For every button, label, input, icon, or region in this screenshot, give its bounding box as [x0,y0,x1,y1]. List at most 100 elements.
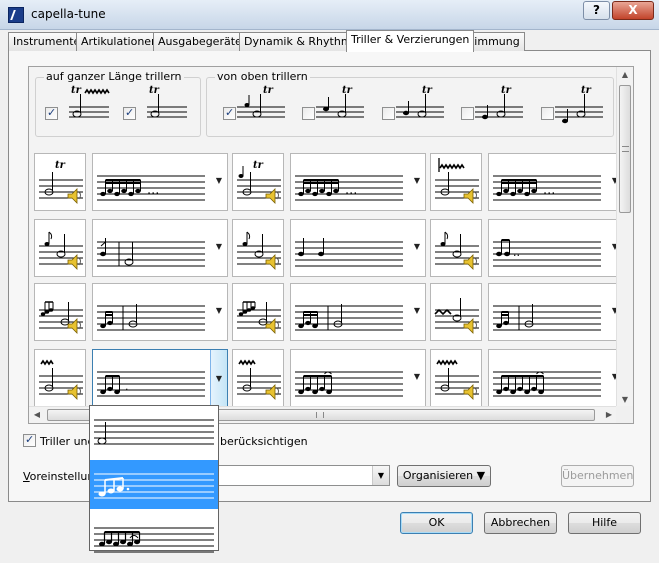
tab-instrumente[interactable]: Instrumente [8,32,86,51]
scroll-right-icon[interactable]: ▶ [601,410,617,419]
ornament-preview-button[interactable] [34,283,86,341]
chevron-down-icon[interactable]: ▼ [213,306,225,315]
from-above-check-2[interactable] [302,107,315,120]
chevron-down-icon[interactable]: ▼ [210,350,227,407]
presets-select[interactable]: ▼ [218,465,390,486]
ornament-realization-icon: . [97,371,205,397]
mini-staff-upper-icon: tr [396,85,444,118]
svg-text:tr: tr [253,160,264,171]
ornament-preview-button[interactable] [430,283,482,341]
ornament-preview-button[interactable] [232,219,284,277]
chevron-down-icon[interactable]: ▼ [213,176,225,185]
mini-staff-upper-icon: tr [555,85,603,124]
scroll-up-icon[interactable]: ▲ [617,70,633,79]
ornament-combo-4-1[interactable]: . ▼ [92,349,228,407]
ornament-trill-icon: tr [39,160,83,204]
mini-staff-upper-icon: tr [475,85,523,120]
cancel-button[interactable]: Abbrechen [484,512,557,534]
chevron-down-icon[interactable]: ▼ [411,372,423,381]
full-length-check-1[interactable] [45,106,58,120]
ornament-grace-up-icon [237,231,281,270]
ornament-realization-icon [295,371,403,397]
full-length-group-label: auf ganzer Länge trillern [44,70,184,83]
scroll-corner [616,406,633,423]
ornament-preview-button[interactable] [232,349,284,407]
svg-text:.: . [125,380,129,393]
mini-staff-upper-icon: tr [316,85,364,118]
ornament-combo-2-2[interactable]: ▼ [290,219,426,277]
ornament-combo-1-3[interactable]: ... ▼ [488,153,624,211]
organize-button[interactable]: Organisieren ▼ [397,465,491,487]
from-above-check-3[interactable] [382,107,395,120]
ornament-turn-long-icon [237,301,281,334]
dropdown-option-selected[interactable] [90,460,218,509]
svg-text:tr: tr [263,85,274,96]
ornament-combo-1-2[interactable]: ... ▼ [290,153,426,211]
ornament-combo-3-1[interactable]: ▼ [92,283,228,341]
svg-text:..: .. [513,246,520,259]
staff-option-2-icon [94,473,214,499]
from-above-check-5[interactable] [541,107,554,120]
tab-artikulationen[interactable]: Artikulationen [76,32,164,51]
ornament-preview-button[interactable] [430,153,482,211]
close-button[interactable]: X [612,1,654,20]
ornament-preview-button[interactable] [34,349,86,407]
window-title: capella-tune [31,7,106,21]
chevron-down-icon[interactable]: ▼ [213,242,225,251]
from-above-group-label: von oben trillern [215,70,310,83]
dropdown-option-trill[interactable] [90,514,218,563]
ornament-grace-up-icon [435,231,479,270]
chevron-down-icon[interactable]: ▼ [411,176,423,185]
ornament-combo-1-1[interactable]: ... ▼ [92,153,228,211]
ornament-preview-button[interactable] [430,349,482,407]
tab-triller-verzierungen[interactable]: Triller & Verzierungen [346,30,475,52]
ornament-realization-icon [493,304,601,331]
from-above-check-4[interactable] [461,107,474,120]
svg-text:tr: tr [501,85,512,96]
app-icon [8,7,24,23]
ornament-preview-button[interactable] [34,219,86,277]
help-title-button[interactable]: ? [583,1,610,20]
ornament-mordent-3-icon [237,359,281,400]
help-button[interactable]: Hilfe [568,512,641,534]
scroll-left-icon[interactable]: ◀ [29,410,45,419]
ornament-grace-up-icon [39,231,83,270]
ok-button[interactable]: OK [400,512,473,534]
ornament-combo-2-3[interactable]: .. ▼ [488,219,624,277]
chevron-down-icon[interactable]: ▼ [411,242,423,251]
ornament-realization-icon [493,371,601,397]
ornament-realization-icon: ... [493,175,601,201]
title-bar: capella-tune ? X [0,0,659,30]
ornament-combo-4-2[interactable]: ▼ [290,349,426,407]
ornament-combo-2-1[interactable]: ▼ [92,219,228,277]
ornament-preview-button[interactable]: tr [232,153,284,211]
chevron-down-icon[interactable]: ▼ [411,306,423,315]
ornament-preview-button[interactable] [430,219,482,277]
ornament-combo-3-2[interactable]: ▼ [290,283,426,341]
tab-ausgabegeraete[interactable]: Ausgabegeräte [153,32,247,51]
ornament-scroll-area[interactable]: auf ganzer Länge trillern von oben trill… [28,66,634,424]
ornament-realization-icon [295,238,403,267]
svg-text:...: ... [543,183,555,198]
ornament-preview-button[interactable]: tr [34,153,86,211]
vertical-scroll-thumb[interactable] [619,85,631,213]
ornament-combo-3-3[interactable]: ▼ [488,283,624,341]
svg-text:tr: tr [422,85,433,96]
chevron-down-icon[interactable]: ▼ [372,466,389,485]
trill-consider-label: Triller und [40,435,95,448]
from-above-check-1[interactable] [223,106,236,120]
ornament-turn-icon [39,301,83,334]
full-length-check-2[interactable] [123,106,136,120]
apply-button[interactable]: Übernehmen [561,465,634,487]
ornament-realization-icon: ... [295,175,403,201]
trill-consider-checkbox[interactable] [23,433,36,447]
ornament-realization-icon [295,304,403,331]
staff-option-3-icon [94,527,214,553]
svg-text:tr: tr [342,85,353,96]
ornament-combo-4-3[interactable]: ▼ [488,349,624,407]
scroll-down-icon[interactable]: ▼ [617,395,633,404]
vertical-scrollbar[interactable]: ▲ ▼ [616,67,633,407]
ornament-dropdown-list[interactable] [89,405,219,553]
ornament-preview-button[interactable] [232,283,284,341]
dropdown-option-half-note[interactable] [90,406,218,455]
